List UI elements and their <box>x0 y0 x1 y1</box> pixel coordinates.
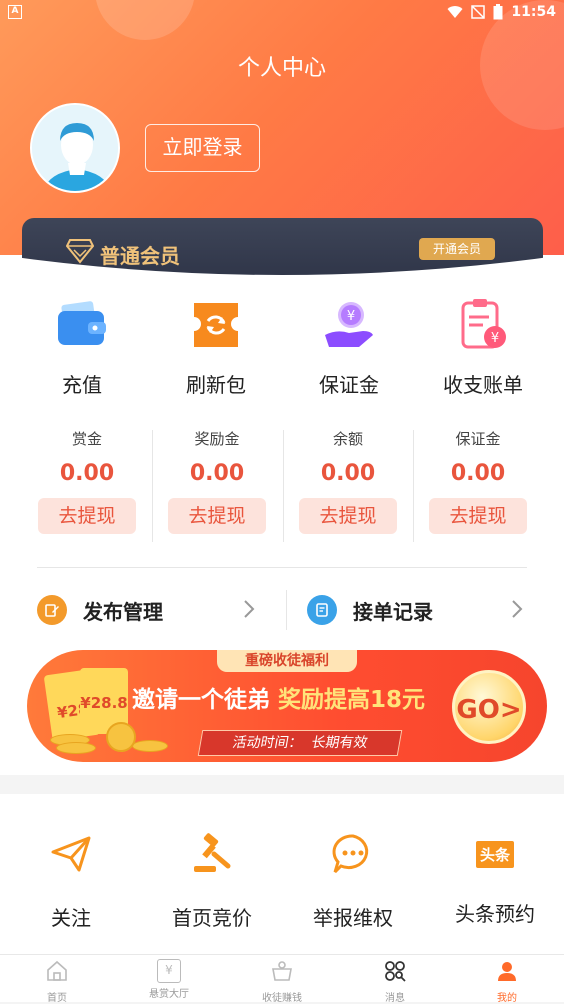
tab-profile[interactable]: 我的 <box>462 959 552 1004</box>
quick-deposit[interactable]: ¥ 保证金 <box>289 295 409 398</box>
tool-label: 头条预约 <box>455 902 535 926</box>
page-title: 个人中心 <box>237 56 326 81</box>
publish-management-label: 发布管理 <box>83 599 163 624</box>
banner-headline-highlight: 奖励提高18元 <box>278 687 426 713</box>
balance-value: 0.00 <box>450 461 506 486</box>
withdraw-button[interactable]: 去提现 <box>168 498 266 534</box>
quick-refresh-pack[interactable]: 刷新包 <box>156 295 276 398</box>
balance-title: 赏金 <box>71 430 102 448</box>
tab-reward-hall[interactable]: ¥ 悬赏大厅 <box>124 959 214 1000</box>
record-icon <box>307 595 337 625</box>
withdraw-button[interactable]: 去提现 <box>429 498 527 534</box>
header-curve <box>0 255 564 295</box>
tool-label: 举报维权 <box>313 906 393 930</box>
withdraw-button[interactable]: 去提现 <box>38 498 136 534</box>
deposit-hand-icon: ¥ <box>325 302 373 347</box>
quick-bill[interactable]: ¥ 收支账单 <box>423 295 543 398</box>
no-signal-icon <box>471 5 486 19</box>
quick-label: 收支账单 <box>443 373 523 397</box>
banner-tag: 重磅收徒福利 <box>217 650 357 672</box>
svg-text:¥: ¥ <box>347 309 355 324</box>
tab-apprentice[interactable]: 收徒赚钱 <box>237 959 327 1004</box>
wallet-icon <box>58 301 106 345</box>
tab-home[interactable]: 首页 <box>12 959 102 1004</box>
coin-icon <box>56 742 96 754</box>
bottom-tab-bar: 首页 ¥ 悬赏大厅 收徒赚钱 消息 我的 <box>0 954 564 1004</box>
user-avatar-icon <box>32 105 118 191</box>
paper-plane-icon <box>51 836 91 872</box>
balance-value: 0.00 <box>59 461 115 486</box>
avatar[interactable] <box>30 103 120 193</box>
divider <box>37 567 527 568</box>
tool-label: 首页竞价 <box>172 906 252 930</box>
refresh-ticket-icon <box>194 303 238 347</box>
balance-title: 奖励金 <box>194 430 240 448</box>
tab-messages[interactable]: 消息 <box>350 959 440 1004</box>
reward-hall-icon: ¥ <box>157 959 181 983</box>
divider <box>286 590 287 630</box>
go-button[interactable]: GO> <box>452 670 526 744</box>
banner-time: 活动时间： 长期有效 <box>197 730 403 756</box>
balance-deposit: 保证金 0.00 去提现 <box>413 428 543 534</box>
wifi-icon <box>447 6 463 19</box>
balance-value: 0.00 <box>189 461 245 486</box>
edit-icon <box>37 595 67 625</box>
balance-title: 余额 <box>332 430 363 448</box>
order-records[interactable]: 接单记录 <box>307 590 433 630</box>
ticket-amount: ¥28.8 <box>80 694 128 712</box>
bill-icon: ¥ <box>461 299 506 349</box>
quick-recharge[interactable]: 充值 <box>22 295 142 398</box>
quick-label: 刷新包 <box>186 373 246 397</box>
banner-headline-prefix: 邀请一个徒弟 <box>132 687 279 713</box>
order-records-label: 接单记录 <box>353 599 433 624</box>
chat-bubble-icon <box>332 834 369 874</box>
banner-headline: 邀请一个徒弟 奖励提高18元 <box>132 680 425 714</box>
login-button[interactable]: 立即登录 <box>145 124 260 172</box>
balance-bonus: 奖励金 0.00 去提现 <box>152 428 282 534</box>
invite-banner[interactable]: ¥28 ¥28.8 重磅收徒福利 邀请一个徒弟 奖励提高18元 GO> 活动时间… <box>22 650 552 765</box>
tool-label: 关注 <box>51 906 91 930</box>
coin-icon <box>106 722 136 752</box>
battery-icon <box>493 4 503 20</box>
gavel-icon <box>194 833 231 872</box>
balance-reward: 赏金 0.00 去提现 <box>22 428 152 534</box>
headline-icon: 头条 <box>473 832 517 876</box>
tab-label: 悬赏大厅 <box>149 989 189 1000</box>
tool-follow[interactable]: 关注 <box>6 832 136 931</box>
message-icon <box>385 961 406 982</box>
coin-icon <box>132 740 168 752</box>
svg-text:¥: ¥ <box>491 331 499 346</box>
apprentice-icon <box>272 961 292 981</box>
time-label: 活动时间： <box>231 735 304 751</box>
tool-headline-booking[interactable]: 头条 头条预约 <box>430 832 560 927</box>
publish-management[interactable]: 发布管理 <box>37 590 163 630</box>
headline-icon-text: 头条 <box>475 840 514 868</box>
time-value: 长期有效 <box>310 735 369 751</box>
chevron-right-icon[interactable] <box>510 598 524 620</box>
home-icon <box>47 960 67 981</box>
balance-remaining: 余额 0.00 去提现 <box>283 428 413 534</box>
profile-icon <box>498 962 516 981</box>
section-separator <box>0 778 564 794</box>
balance-value: 0.00 <box>320 461 376 486</box>
chevron-right-icon[interactable] <box>242 598 256 620</box>
app-badge-icon: A <box>8 5 22 19</box>
withdraw-button[interactable]: 去提现 <box>299 498 397 534</box>
status-bar: A 11:54 <box>0 0 564 26</box>
quick-label: 保证金 <box>319 373 379 397</box>
tool-report[interactable]: 举报维权 <box>288 832 418 931</box>
status-time: 11:54 <box>511 4 556 20</box>
quick-label: 充值 <box>62 373 102 397</box>
tool-bidding[interactable]: 首页竞价 <box>147 832 277 931</box>
balance-title: 保证金 <box>455 430 501 448</box>
